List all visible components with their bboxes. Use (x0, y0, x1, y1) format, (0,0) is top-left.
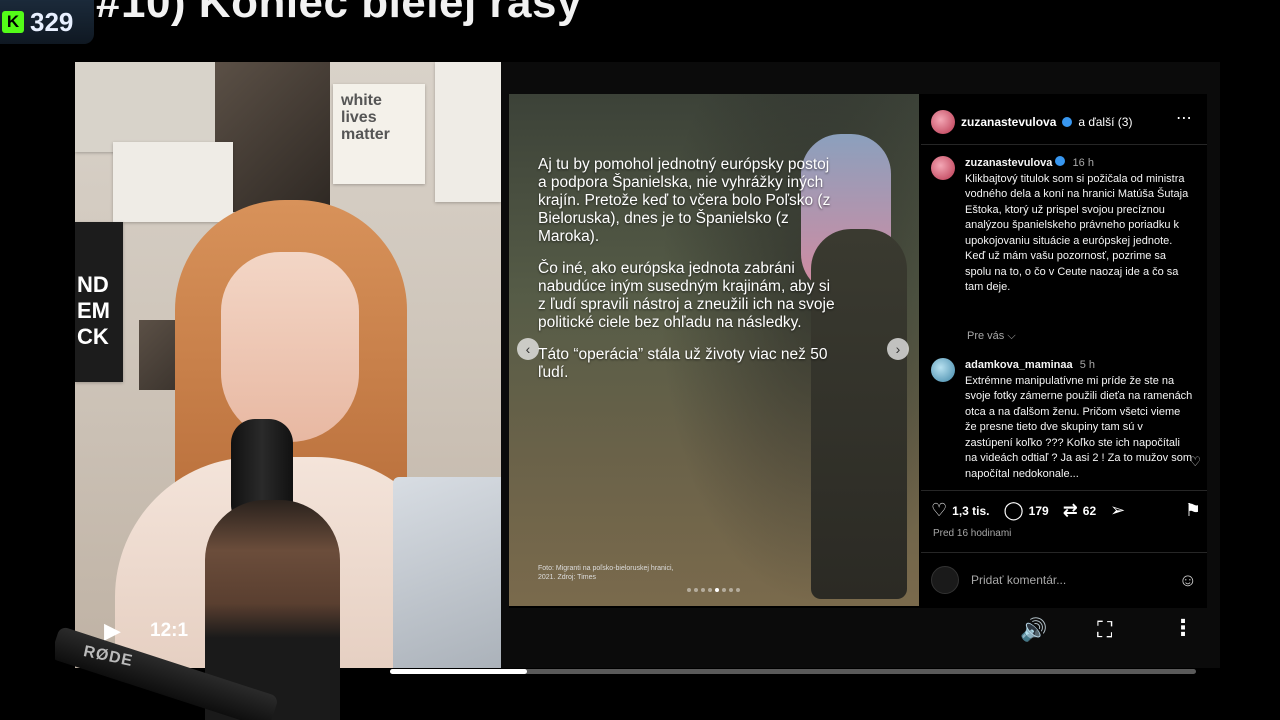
prev-arrow-icon[interactable]: ‹ (517, 338, 539, 360)
divider (921, 490, 1207, 491)
caption: zuzanastevulova 16 h Klikbajtový titulok… (931, 156, 1193, 296)
presenter-face (221, 252, 359, 442)
carousel-dot (701, 588, 705, 592)
carousel-dot (708, 588, 712, 592)
author-avatar[interactable] (931, 110, 955, 134)
fullscreen-icon[interactable]: ⛶ (1097, 617, 1112, 643)
viewer-count: 329 (30, 6, 74, 37)
post-timestamp: Pred 16 hodinami (933, 528, 1012, 539)
tweet-clipping (113, 142, 233, 222)
verified-icon (1055, 156, 1066, 166)
like-button[interactable]: ♡ 1,3 tis. (931, 500, 990, 521)
next-arrow-icon[interactable]: › (887, 338, 909, 360)
emoji-icon[interactable]: ☺ (1179, 570, 1197, 591)
carousel-dots (687, 588, 740, 592)
comment-time: 5 h (1079, 359, 1095, 371)
settings-menu-icon[interactable]: ⋮ (1172, 615, 1194, 641)
carousel-dot (736, 588, 740, 592)
caption-avatar[interactable] (931, 156, 955, 180)
carousel-dot (722, 588, 726, 592)
post-paragraph-1: Aj tu by pomohol jednotný európsky posto… (538, 156, 831, 245)
carousel-dot (729, 588, 733, 592)
carousel-dot (694, 588, 698, 592)
repost-count: 62 (1082, 503, 1097, 518)
divider (921, 144, 1207, 145)
progress-played[interactable] (390, 669, 528, 674)
white-lives-poster: white lives matter (333, 84, 425, 184)
dark-poster: ND EM CK (75, 222, 123, 382)
comment-text: Extrémne manipulatívne mi príde že ste n… (965, 374, 1193, 480)
caption-text: Klikbajtový titulok som si požičala od m… (965, 172, 1189, 294)
comment-body: adamkova_maminaa 5 h Extrémne manipulatí… (965, 358, 1193, 486)
action-bar: ♡ 1,3 tis. ◯ 179 ⇄ 62 ➢ ⚑ (931, 500, 1201, 521)
share-icon: ➢ (1110, 500, 1126, 520)
comment-button[interactable]: ◯ 179 (1004, 500, 1049, 521)
comment-pane: zuzanastevulova a ďalší (3) ⋯ zuzanastev… (921, 94, 1207, 606)
own-avatar (931, 566, 959, 594)
comment-icon: ◯ (1003, 500, 1024, 520)
comment-username[interactable]: adamkova_maminaa (965, 359, 1073, 371)
repost-button[interactable]: ⇄ 62 (1063, 500, 1096, 521)
add-comment-input[interactable]: Pridať komentár... (971, 573, 1066, 587)
photo-credit: Foto: Migranti na poľsko-bieloruskej hra… (538, 565, 674, 581)
verified-icon (1062, 117, 1073, 127)
post-header: zuzanastevulova a ďalší (3) (931, 110, 1132, 134)
like-count: 1,3 tis. (952, 503, 990, 518)
viewer-badge: K 329 (0, 0, 94, 44)
caption-time: 16 h (1072, 157, 1094, 169)
streamer-webcam: RØDE (55, 500, 400, 720)
see-more-link[interactable]: Pre vás ⌵ (967, 330, 1016, 343)
carousel-dot-active (715, 588, 719, 592)
post-paragraph-2: Čo iné, ako európska jednota zabráni nab… (538, 260, 835, 331)
paper-clipping (435, 62, 501, 202)
kick-logo-icon: K (2, 11, 24, 33)
commenter-avatar[interactable] (931, 358, 955, 382)
add-comment-row: Pridať komentár... ☺ (931, 566, 1197, 594)
post-image: Aj tu by pomohol jednotný európsky posto… (509, 94, 919, 606)
comment-like-icon[interactable]: ♡ (1189, 454, 1201, 470)
caption-body: zuzanastevulova 16 h Klikbajtový titulok… (965, 156, 1193, 296)
carousel-dot (687, 588, 691, 592)
instagram-post: Aj tu by pomohol jednotný európsky posto… (509, 94, 1207, 608)
heart-icon: ♡ (931, 500, 948, 520)
header-collaborators[interactable]: a ďalší (3) (1078, 115, 1132, 129)
repost-icon: ⇄ (1062, 500, 1078, 520)
caption-username[interactable]: zuzanastevulova (965, 157, 1052, 169)
post-paragraph-3: Táto “operácia” stála už životy viac než… (538, 346, 828, 381)
bookmark-icon[interactable]: ⚑ (1185, 500, 1201, 521)
divider (921, 552, 1207, 553)
comment-item: adamkova_maminaa 5 h Extrémne manipulatí… (931, 358, 1193, 486)
volume-icon[interactable]: 🔊 (1020, 617, 1047, 643)
comment-count: 179 (1028, 503, 1049, 518)
share-button[interactable]: ➢ (1110, 500, 1125, 521)
newspaper-clipping (75, 62, 215, 152)
header-username[interactable]: zuzanastevulova (961, 115, 1056, 129)
more-options-icon[interactable]: ⋯ (1176, 108, 1193, 128)
post-overlay-text: Aj tu by pomohol jednotný európsky posto… (538, 156, 838, 396)
video-title: #10) Koniec bielej rasy (96, 0, 582, 27)
laptop (393, 477, 501, 668)
